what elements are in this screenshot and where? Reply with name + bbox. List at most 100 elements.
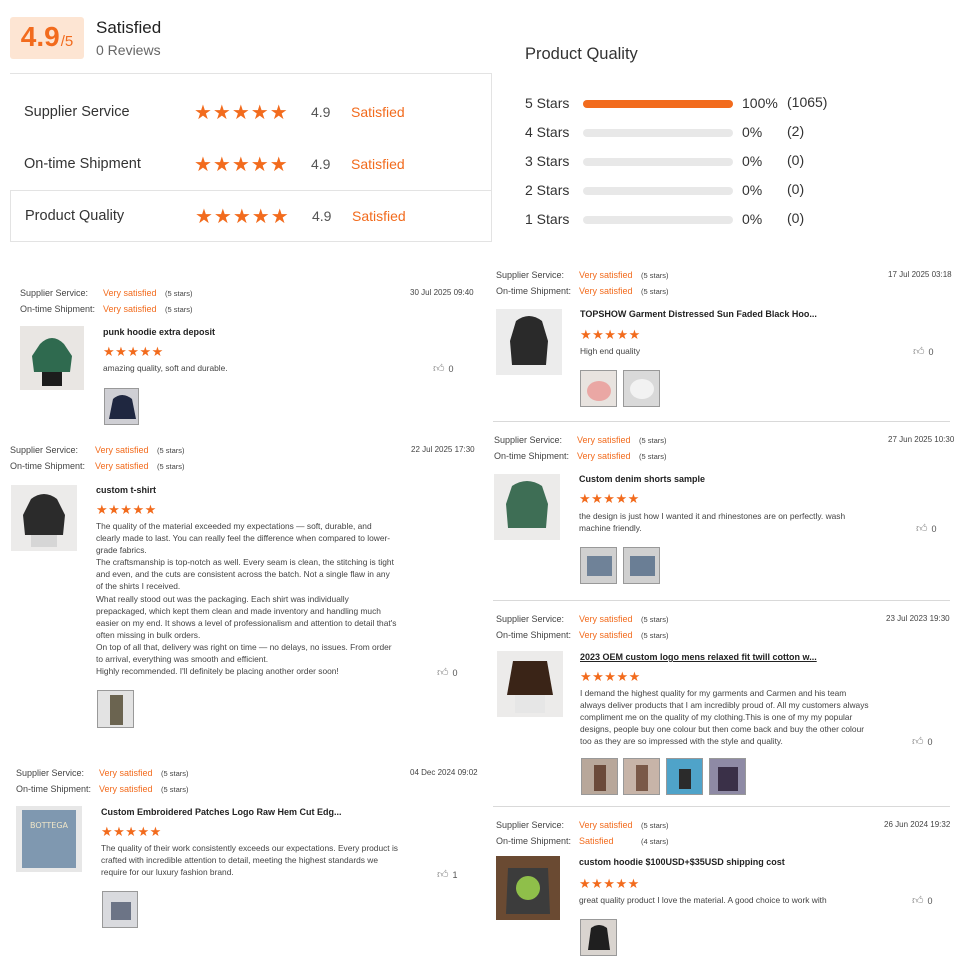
meta-label: Supplier Service: [10,445,79,455]
meta-stars: (5 stars) [157,445,185,455]
rating-row-product-quality[interactable]: Product Quality ★★★★★ 4.9 Satisfied [10,190,492,242]
review-photo[interactable] [580,547,617,584]
meta-label: Supplier Service: [496,614,565,624]
product-title[interactable]: custom hoodie $100USD+$35USD shipping co… [579,857,785,867]
shipment-rating: On-time Shipment: Very satisfied (5 star… [16,784,189,794]
review-photo[interactable] [97,690,134,728]
review-divider [493,806,950,807]
review-date: 26 Jun 2024 19:32 [884,820,951,829]
product-thumbnail[interactable] [496,309,562,375]
product-thumbnail[interactable]: BOTTEGA [16,806,82,872]
review-photo[interactable] [104,388,139,425]
like-button[interactable]: 👍︎ 0 [912,735,933,748]
meta-label: On-time Shipment: [496,286,572,296]
product-thumbnail[interactable] [497,651,563,717]
review-text: I demand the highest quality for my garm… [580,688,869,747]
product-thumbnail[interactable] [11,485,77,551]
review-text: the design is just how I wanted it and r… [579,511,846,534]
quality-histogram-row: 1 Stars 0% (0) [525,209,845,229]
review-photo[interactable] [709,758,746,795]
meta-value: Very satisfied [99,768,153,778]
review-photo[interactable] [623,370,660,407]
product-title[interactable]: punk hoodie extra deposit [103,327,215,337]
review-date: 23 Jul 2023 19:30 [886,614,950,623]
star-icon: ★★★★★ [579,876,640,891]
meta-value: Very satisfied [99,784,153,794]
like-count: 0 [927,896,933,906]
rating-label: Product Quality [25,208,125,224]
product-title[interactable]: Custom Embroidered Patches Logo Raw Hem … [101,807,342,817]
product-thumbnail[interactable] [494,474,560,540]
thumbs-up-icon: 👍︎ [913,346,925,358]
count-value: (2) [787,123,805,139]
product-title[interactable]: custom t-shirt [96,485,156,495]
rating-score: 4.9 [312,208,332,224]
meta-value: Very satisfied [579,820,633,830]
thumbs-up-icon: 👍︎ [912,736,924,748]
meta-label: On-time Shipment: [20,304,96,314]
percent-value: 0% [742,211,763,227]
star-level-label: 1 Stars [525,211,570,227]
shipment-rating: On-time Shipment: Very satisfied (5 star… [10,461,185,471]
meta-stars: (5 stars) [641,270,669,280]
thumbs-up-icon: 👍︎ [437,869,449,881]
review-text: High end quality [580,346,641,356]
svg-text:BOTTEGA: BOTTEGA [30,821,69,830]
review-photo[interactable] [581,758,618,795]
meta-label: On-time Shipment: [10,461,86,471]
supplier-service-rating: Supplier Service: Very satisfied (5 star… [20,288,193,298]
review-photo[interactable] [623,758,660,795]
quality-histogram-row: 4 Stars 0% (2) [525,122,845,142]
like-button[interactable]: 👍︎ 0 [437,666,458,679]
like-button[interactable]: 👍︎ 0 [916,522,937,535]
product-title[interactable]: Custom denim shorts sample [579,474,705,484]
count-value: (1065) [787,94,828,110]
like-button[interactable]: 👍︎ 0 [912,894,933,907]
distribution-bar-track [583,158,733,166]
overall-label: Satisfied [96,18,162,37]
supplier-service-rating: Supplier Service: Very satisfied (5 star… [494,435,667,445]
review-photo[interactable] [580,919,617,956]
meta-value: Very satisfied [579,630,633,640]
like-count: 0 [928,347,934,357]
quality-histogram-row: 5 Stars 100% (1065) [525,93,845,113]
meta-stars: (4 stars) [641,836,669,846]
distribution-bar-track [583,100,733,108]
review-photo[interactable] [666,758,703,795]
meta-stars: (5 stars) [165,288,193,298]
product-thumbnail[interactable] [496,856,560,920]
review-photo[interactable] [623,547,660,584]
count-value: (0) [787,181,805,197]
star-icon: ★★★★★ [101,824,162,839]
like-button[interactable]: 👍︎ 1 [437,868,458,881]
star-icon: ★★★★★ [194,153,289,176]
thumbs-up-icon: 👍︎ [433,363,445,375]
product-title[interactable]: 2023 OEM custom logo mens relaxed fit tw… [580,652,817,662]
review-photo[interactable] [580,370,617,407]
shipment-rating: On-time Shipment: Very satisfied (5 star… [496,630,669,640]
star-icon: ★★★★★ [103,344,164,359]
meta-label: On-time Shipment: [496,630,572,640]
meta-label: On-time Shipment: [496,836,572,846]
review-date: 27 Jun 2025 10:30 [888,435,955,444]
like-button[interactable]: 👍︎ 0 [433,362,454,375]
shipment-rating: On-time Shipment: Very satisfied (5 star… [496,286,669,296]
meta-stars: (5 stars) [639,451,667,461]
review-date: 30 Jul 2025 09:40 [410,288,474,297]
meta-value: Very satisfied [103,288,157,298]
like-count: 0 [927,737,933,747]
review-divider [493,600,950,601]
meta-value: Satisfied [579,836,614,846]
meta-value: Very satisfied [95,461,149,471]
shipment-rating: On-time Shipment: Satisfied (4 stars) [496,836,669,846]
review-photo[interactable] [102,891,138,928]
meta-stars: (5 stars) [161,768,189,778]
overall-score-max: /5 [60,33,74,50]
like-button[interactable]: 👍︎ 0 [913,345,934,358]
product-thumbnail[interactable] [20,326,84,390]
rating-score: 4.9 [311,104,331,120]
product-title[interactable]: TOPSHOW Garment Distressed Sun Faded Bla… [580,309,817,319]
meta-label: Supplier Service: [496,270,565,280]
meta-label: Supplier Service: [494,435,563,445]
product-quality-title: Product Quality [525,45,638,63]
